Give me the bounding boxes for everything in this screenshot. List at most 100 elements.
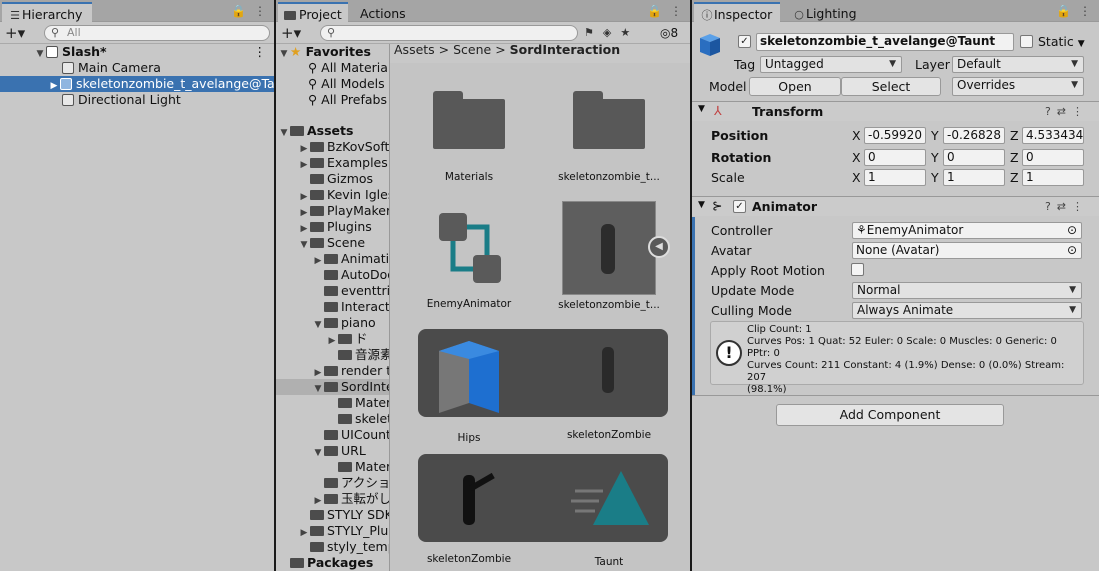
controller-field[interactable]: ⚘EnemyAnimator ⊙: [852, 222, 1082, 239]
favorite-all-material[interactable]: ⚲ All Material: [308, 60, 390, 76]
expand-arrow-icon[interactable]: ▶: [298, 157, 310, 171]
component-menu-icons[interactable]: ?⇄⋮: [1045, 200, 1089, 213]
project-tree-item[interactable]: styly_temp: [298, 539, 390, 555]
position-x-field[interactable]: -0.59920: [864, 127, 926, 144]
transform-header[interactable]: ▼ ⅄ Transform ?⇄⋮: [692, 101, 1099, 121]
project-tree-item[interactable]: ▶render te: [312, 363, 390, 379]
update-mode-dropdown[interactable]: Normal ▼: [852, 282, 1082, 299]
project-tree-item[interactable]: AutoDoo: [312, 267, 390, 283]
hierarchy-search-input[interactable]: ⚲ All: [44, 25, 270, 41]
tab-hierarchy[interactable]: ☰ Hierarchy: [2, 2, 92, 23]
breadcrumb-sordinteraction[interactable]: SordInteraction: [510, 42, 620, 57]
project-tree-item[interactable]: ▶Animatio: [312, 251, 390, 267]
component-menu-icons[interactable]: ?⇄⋮: [1045, 105, 1089, 118]
static-checkbox[interactable]: [1020, 35, 1033, 48]
expand-arrow-icon[interactable]: ▼: [298, 237, 310, 251]
favorite-all-prefabs[interactable]: ⚲ All Prefabs: [308, 92, 387, 108]
project-tree-item[interactable]: ▼ piano: [312, 315, 376, 331]
axis-label-x[interactable]: X: [852, 150, 861, 165]
hidden-count[interactable]: ◎8: [660, 26, 678, 40]
project-tree-item[interactable]: Interactio: [312, 299, 390, 315]
collapse-arrow-icon[interactable]: ◀: [648, 236, 670, 258]
project-tree-item[interactable]: ▶ 玉転がし: [312, 491, 390, 507]
asset-skeletonzombie-folder[interactable]: skeletonzombie_t...: [544, 91, 674, 183]
asset-skeletonzombie-avatar[interactable]: skeletonZombie: [404, 461, 534, 565]
select-button[interactable]: Select: [841, 77, 941, 96]
project-tree-item[interactable]: ▶ BzKovSoft: [298, 139, 390, 155]
create-button[interactable]: +▾: [5, 24, 25, 42]
expand-arrow-icon[interactable]: ▼: [312, 381, 324, 395]
scale-y-field[interactable]: 1: [943, 169, 1005, 186]
static-dropdown[interactable]: Static ▼: [1038, 34, 1085, 49]
active-checkbox[interactable]: ✓: [738, 35, 751, 48]
axis-label-y[interactable]: Y: [931, 170, 939, 185]
expand-arrow-icon[interactable]: ▶: [312, 493, 324, 507]
project-tree-item[interactable]: ▼ Scene: [298, 235, 366, 251]
project-tree-item[interactable]: ▶ Examples: [298, 155, 388, 171]
expand-arrow-icon[interactable]: ▼: [698, 104, 705, 114]
root-motion-checkbox[interactable]: [851, 263, 864, 276]
add-component-button[interactable]: Add Component: [776, 404, 1004, 426]
hierarchy-item-directional-light[interactable]: Directional Light: [0, 92, 274, 108]
project-tree-item[interactable]: アクショ: [312, 475, 390, 491]
axis-label-x[interactable]: X: [852, 170, 861, 185]
animator-header[interactable]: ▼ ⊱ ✓ Animator ?⇄⋮: [692, 196, 1099, 216]
expand-arrow-icon[interactable]: ▶: [298, 205, 310, 219]
project-tree-item[interactable]: ▼ URL: [312, 443, 366, 459]
create-button[interactable]: +▾: [281, 24, 301, 42]
scale-x-field[interactable]: 1: [864, 169, 926, 186]
asset-skeletonzombie-mesh[interactable]: skeletonZombie: [544, 337, 674, 441]
axis-label-x[interactable]: X: [852, 128, 861, 143]
breadcrumb-scene[interactable]: Scene: [453, 42, 491, 57]
project-tree-item[interactable]: ▶ Plugins: [298, 219, 372, 235]
asset-hips[interactable]: Hips: [404, 337, 534, 444]
project-tree-item[interactable]: STYLY SDK: [298, 507, 390, 523]
expand-arrow-icon[interactable]: ▶: [312, 365, 324, 379]
project-tree-item[interactable]: UICount: [312, 427, 390, 443]
expand-arrow-icon[interactable]: ▼: [312, 317, 324, 331]
tab-menu-icon[interactable]: 🔒 ⋮: [231, 4, 268, 18]
project-tree-item[interactable]: skelet: [326, 411, 390, 427]
project-tree-item[interactable]: ▶ STYLY_Plug: [298, 523, 390, 539]
favorite-all-models[interactable]: ⚲ All Models: [308, 76, 385, 92]
expand-arrow-icon[interactable]: ▼: [278, 125, 290, 139]
tab-menu-icon[interactable]: 🔒 ⋮: [647, 4, 684, 18]
hierarchy-item-main-camera[interactable]: Main Camera: [0, 60, 274, 76]
project-tree-item[interactable]: ▶ PlayMaker: [298, 203, 390, 219]
asset-materials-folder[interactable]: Materials: [404, 91, 534, 183]
expand-arrow-icon[interactable]: ▶: [326, 333, 338, 347]
object-picker-icon[interactable]: ⊙: [1067, 223, 1077, 238]
packages-row[interactable]: Packages: [278, 555, 373, 571]
project-tree-item[interactable]: Gizmos: [298, 171, 373, 187]
breadcrumb-assets[interactable]: Assets: [394, 42, 435, 57]
tab-actions[interactable]: Actions: [354, 3, 412, 22]
expand-arrow-icon[interactable]: ▶: [298, 141, 310, 155]
project-tree-item[interactable]: 音源素: [326, 347, 390, 363]
rotation-y-field[interactable]: 0: [943, 149, 1005, 166]
tab-project[interactable]: Project: [278, 2, 348, 23]
project-tree-item[interactable]: ▶Kevin Iglesi: [298, 187, 390, 203]
expand-arrow-icon[interactable]: ▶: [48, 78, 60, 92]
rotation-x-field[interactable]: 0: [864, 149, 926, 166]
object-name-field[interactable]: skeletonzombie_t_avelange@Taunt: [756, 33, 1014, 51]
tab-menu-icon[interactable]: 🔒 ⋮: [1056, 4, 1093, 18]
expand-arrow-icon[interactable]: ▼: [312, 445, 324, 459]
avatar-field[interactable]: None (Avatar) ⊙: [852, 242, 1082, 259]
overrides-dropdown[interactable]: Overrides ▼: [952, 77, 1084, 96]
tab-inspector[interactable]: ⓘ Inspector: [694, 2, 780, 23]
asset-taunt-clip[interactable]: Taunt: [544, 461, 674, 568]
position-y-field[interactable]: -0.26828: [943, 127, 1005, 144]
assets-root-row[interactable]: ▼ Assets: [278, 123, 354, 139]
hierarchy-item-skeletonzombie[interactable]: ▶ skeletonzombie_t_avelange@Taunt: [0, 76, 274, 92]
object-picker-icon[interactable]: ⊙: [1067, 243, 1077, 258]
tab-lighting[interactable]: ○ Lighting: [786, 3, 863, 22]
project-search-input[interactable]: ⚲: [320, 25, 578, 41]
project-tree-item[interactable]: Materi: [326, 459, 390, 475]
open-button[interactable]: Open: [749, 77, 841, 96]
expand-arrow-icon[interactable]: ▶: [298, 525, 310, 539]
animator-enabled-checkbox[interactable]: ✓: [733, 200, 746, 213]
filter-icons[interactable]: ⚑◈★: [584, 26, 639, 39]
scale-z-field[interactable]: 1: [1022, 169, 1084, 186]
axis-label-z[interactable]: Z: [1010, 128, 1019, 143]
scene-menu-icon[interactable]: ⋮: [254, 44, 267, 60]
